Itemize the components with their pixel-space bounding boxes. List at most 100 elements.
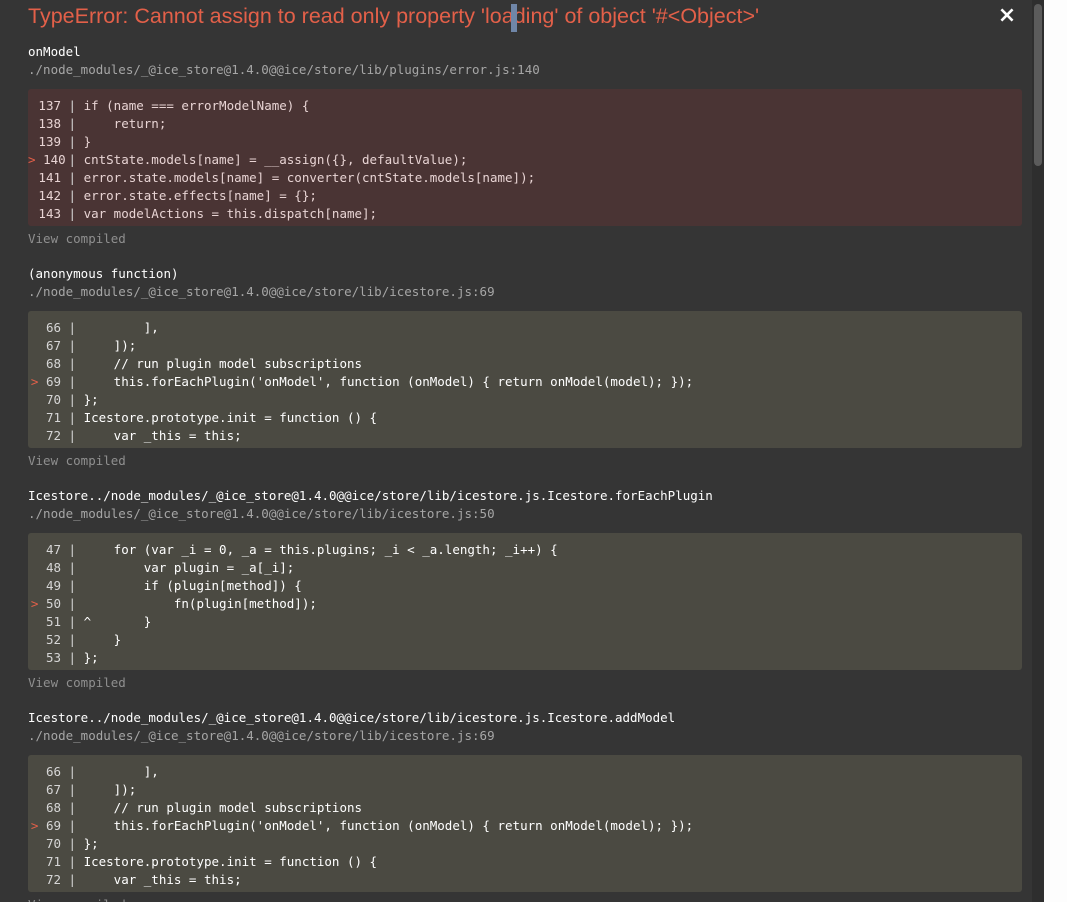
gutter-separator: | — [61, 206, 84, 221]
frame-function-name: Icestore../node_modules/_@ice_store@1.4.… — [28, 710, 676, 725]
line-number-value: 52 — [45, 632, 61, 647]
close-icon[interactable]: × — [994, 3, 1020, 29]
line-number-value: 71 — [45, 410, 61, 425]
line-number: 48 — [28, 559, 61, 577]
stack-frame: Icestore../node_modules/_@ice_store@1.4.… — [28, 488, 1022, 708]
code-text: this.forEachPlugin('onModel', function (… — [83, 374, 694, 389]
code-line: 67 | ]); — [28, 337, 1022, 355]
gutter-separator: | — [61, 836, 84, 851]
code-text: var plugin = _a[_i]; — [83, 560, 295, 575]
line-number-value: 137 — [38, 98, 61, 113]
gutter-separator: | — [61, 98, 84, 113]
code-line: 71 | Icestore.prototype.init = function … — [28, 853, 1022, 871]
view-compiled-link[interactable]: View compiled — [28, 675, 126, 690]
gutter-separator: | — [61, 764, 84, 779]
code-text: error.state.effects[name] = {}; — [83, 188, 317, 203]
code-text: var modelActions = this.dispatch[name]; — [83, 206, 378, 221]
gutter-separator: | — [61, 116, 84, 131]
code-line: 53 | }; — [28, 649, 1022, 667]
code-line: 70 | }; — [28, 835, 1022, 853]
code-line: 68 | // run plugin model subscriptions — [28, 799, 1022, 817]
gutter-separator: | — [61, 152, 84, 167]
line-number: 67 — [28, 781, 61, 799]
line-number-value: 50 — [45, 596, 61, 611]
code-text: this.forEachPlugin('onModel', function (… — [83, 818, 694, 833]
frame-file-path: ./node_modules/_@ice_store@1.4.0@@ice/st… — [28, 284, 495, 299]
code-text: }; — [83, 650, 99, 665]
text-cursor — [511, 4, 517, 32]
gutter-separator: | — [61, 542, 84, 557]
code-line: 68 | // run plugin model subscriptions — [28, 355, 1022, 373]
code-text: } — [83, 134, 92, 149]
frame-file-path: ./node_modules/_@ice_store@1.4.0@@ice/st… — [28, 506, 495, 521]
line-number: 70 — [28, 391, 61, 409]
code-line: 72 | var _this = this; — [28, 871, 1022, 889]
line-number-value: 67 — [45, 782, 61, 797]
line-number-value: 70 — [45, 392, 61, 407]
frame-function-name: onModel — [28, 44, 81, 59]
window-edge — [1044, 0, 1067, 902]
line-number: 68 — [28, 799, 61, 817]
code-text: if (name === errorModelName) { — [83, 98, 310, 113]
line-number: 70 — [28, 835, 61, 853]
line-number-value: 143 — [38, 206, 61, 221]
gutter-separator: | — [61, 320, 84, 335]
code-text: ], — [83, 320, 159, 335]
line-number: 67 — [28, 337, 61, 355]
gutter-separator: | — [61, 818, 84, 833]
code-text: cntState.models[name] = __assign({}, def… — [83, 152, 468, 167]
code-text: Icestore.prototype.init = function () { — [83, 854, 378, 869]
gutter-separator: | — [61, 596, 84, 611]
code-text: var _this = this; — [83, 872, 242, 887]
gutter-separator: | — [61, 392, 84, 407]
line-number: 72 — [28, 871, 61, 889]
line-number-value: 66 — [45, 764, 61, 779]
line-marker: > — [28, 152, 36, 167]
stack-frame: Icestore../node_modules/_@ice_store@1.4.… — [28, 710, 1022, 902]
code-snippet: 47 | for (var _i = 0, _a = this.plugins;… — [28, 533, 1022, 670]
line-number: 141 — [28, 169, 61, 187]
error-title: TypeError: Cannot assign to read only pr… — [28, 4, 760, 28]
gutter-separator: | — [61, 134, 84, 149]
line-number-value: 67 — [45, 338, 61, 353]
code-line: 143 | var modelActions = this.dispatch[n… — [28, 205, 1022, 223]
code-line: 142 | error.state.effects[name] = {}; — [28, 187, 1022, 205]
code-text: ^ } — [83, 614, 152, 629]
frame-file-path: ./node_modules/_@ice_store@1.4.0@@ice/st… — [28, 728, 495, 743]
code-text: ]); — [83, 338, 137, 353]
gutter-separator: | — [61, 356, 84, 371]
view-compiled-link[interactable]: View compiled — [28, 231, 126, 246]
view-compiled-link[interactable]: View compiled — [28, 897, 126, 902]
gutter-separator: | — [61, 410, 84, 425]
frame-function-name: (anonymous function) — [28, 266, 179, 281]
line-number: 66 — [28, 319, 61, 337]
code-text: // run plugin model subscriptions — [83, 356, 363, 371]
code-line: 67 | ]); — [28, 781, 1022, 799]
code-line: > 69 | this.forEachPlugin('onModel', fun… — [28, 373, 1022, 391]
code-line: 51 | ^ } — [28, 613, 1022, 631]
view-compiled-link[interactable]: View compiled — [28, 453, 126, 468]
line-number-value: 141 — [38, 170, 61, 185]
line-number-value: 51 — [45, 614, 61, 629]
line-number-value: 49 — [45, 578, 61, 593]
line-number: 51 — [28, 613, 61, 631]
line-number-value: 139 — [38, 134, 61, 149]
line-number: 68 — [28, 355, 61, 373]
code-text: for (var _i = 0, _a = this.plugins; _i <… — [83, 542, 558, 557]
gutter-separator: | — [61, 560, 84, 575]
code-line: 139 | } — [28, 133, 1022, 151]
code-text: var _this = this; — [83, 428, 242, 443]
stack-frame: onModel ./node_modules/_@ice_store@1.4.0@… — [28, 44, 1022, 264]
frame-function-name: Icestore../node_modules/_@ice_store@1.4.… — [28, 488, 713, 503]
line-number: 72 — [28, 427, 61, 445]
gutter-separator: | — [61, 614, 84, 629]
code-text: ]); — [83, 782, 137, 797]
line-marker: > — [30, 596, 39, 611]
line-number-value: 69 — [45, 374, 61, 389]
line-marker: > — [30, 818, 39, 833]
scrollbar-thumb[interactable] — [1034, 4, 1042, 166]
code-snippet: 66 | ], 67 | ]); 68 | // run plugin model … — [28, 311, 1022, 448]
gutter-separator: | — [61, 188, 84, 203]
line-number-value: 47 — [45, 542, 61, 557]
line-number-value: 138 — [38, 116, 61, 131]
